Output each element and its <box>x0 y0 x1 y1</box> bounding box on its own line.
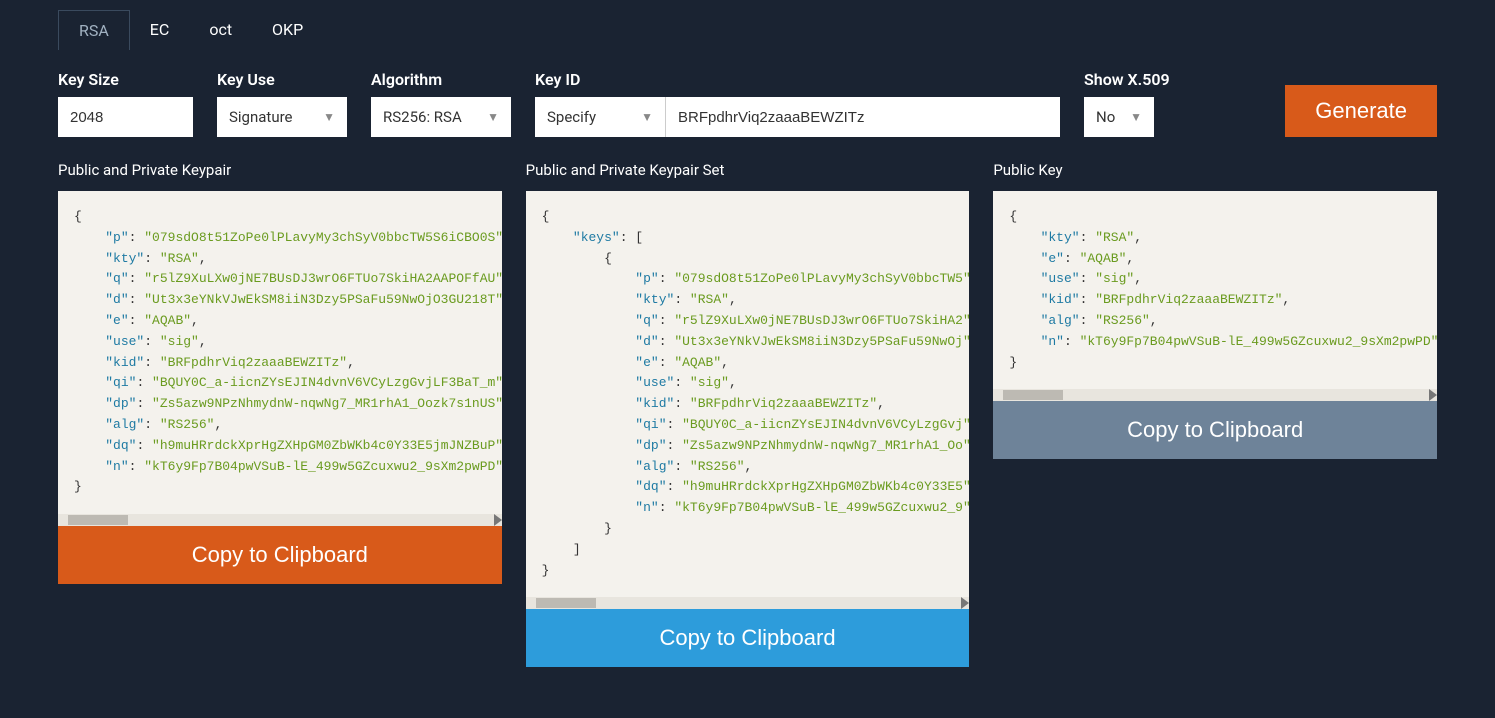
public-key-code[interactable]: { "kty": "RSA", "e": "AQAB", "use": "sig… <box>993 191 1437 389</box>
key-use-select[interactable]: Signature ▼ <box>217 97 347 137</box>
keypair-set-title: Public and Private Keypair Set <box>526 161 970 179</box>
show-x509-label: Show X.509 <box>1084 70 1170 89</box>
keypair-panel: Public and Private Keypair { "p": "079sd… <box>58 161 502 584</box>
tab-okp[interactable]: OKP <box>252 10 323 50</box>
keypair-code[interactable]: { "p": "079sdO8t51ZoPe0lPLavyMy3chSyV0bb… <box>58 191 502 514</box>
key-use-value: Signature <box>229 108 293 126</box>
chevron-down-icon: ▼ <box>1130 110 1142 124</box>
keypair-title: Public and Private Keypair <box>58 161 502 179</box>
keypair-set-panel: Public and Private Keypair Set { "keys":… <box>526 161 970 667</box>
horizontal-scrollbar[interactable] <box>526 597 970 609</box>
show-x509-select[interactable]: No ▼ <box>1084 97 1154 137</box>
key-type-tabs: RSA EC oct OKP <box>58 10 1437 50</box>
copy-keypair-button[interactable]: Copy to Clipboard <box>58 526 502 584</box>
key-id-label: Key ID <box>535 70 1060 89</box>
chevron-down-icon: ▼ <box>487 110 499 124</box>
show-x509-value: No <box>1096 108 1115 126</box>
tab-rsa[interactable]: RSA <box>58 10 130 50</box>
keypair-set-code[interactable]: { "keys": [ { "p": "079sdO8t51ZoPe0lPLav… <box>526 191 970 597</box>
tab-ec[interactable]: EC <box>130 10 190 50</box>
key-use-label: Key Use <box>217 70 347 89</box>
copy-public-key-button[interactable]: Copy to Clipboard <box>993 401 1437 459</box>
algorithm-label: Algorithm <box>371 70 511 89</box>
key-id-mode-value: Specify <box>547 108 596 126</box>
public-key-title: Public Key <box>993 161 1437 179</box>
tab-oct[interactable]: oct <box>189 10 252 50</box>
key-id-input[interactable] <box>665 97 1060 137</box>
algorithm-value: RS256: RSA <box>383 108 462 126</box>
algorithm-select[interactable]: RS256: RSA ▼ <box>371 97 511 137</box>
public-key-panel: Public Key { "kty": "RSA", "e": "AQAB", … <box>993 161 1437 459</box>
chevron-down-icon: ▼ <box>323 110 335 124</box>
copy-keypair-set-button[interactable]: Copy to Clipboard <box>526 609 970 667</box>
horizontal-scrollbar[interactable] <box>993 389 1437 401</box>
horizontal-scrollbar[interactable] <box>58 514 502 526</box>
chevron-down-icon: ▼ <box>641 110 653 124</box>
key-size-input[interactable] <box>58 97 193 137</box>
controls-row: Key Size Key Use Signature ▼ Algorithm R… <box>58 70 1437 137</box>
key-size-label: Key Size <box>58 70 193 89</box>
generate-button[interactable]: Generate <box>1285 85 1437 137</box>
key-id-mode-select[interactable]: Specify ▼ <box>535 97 665 137</box>
